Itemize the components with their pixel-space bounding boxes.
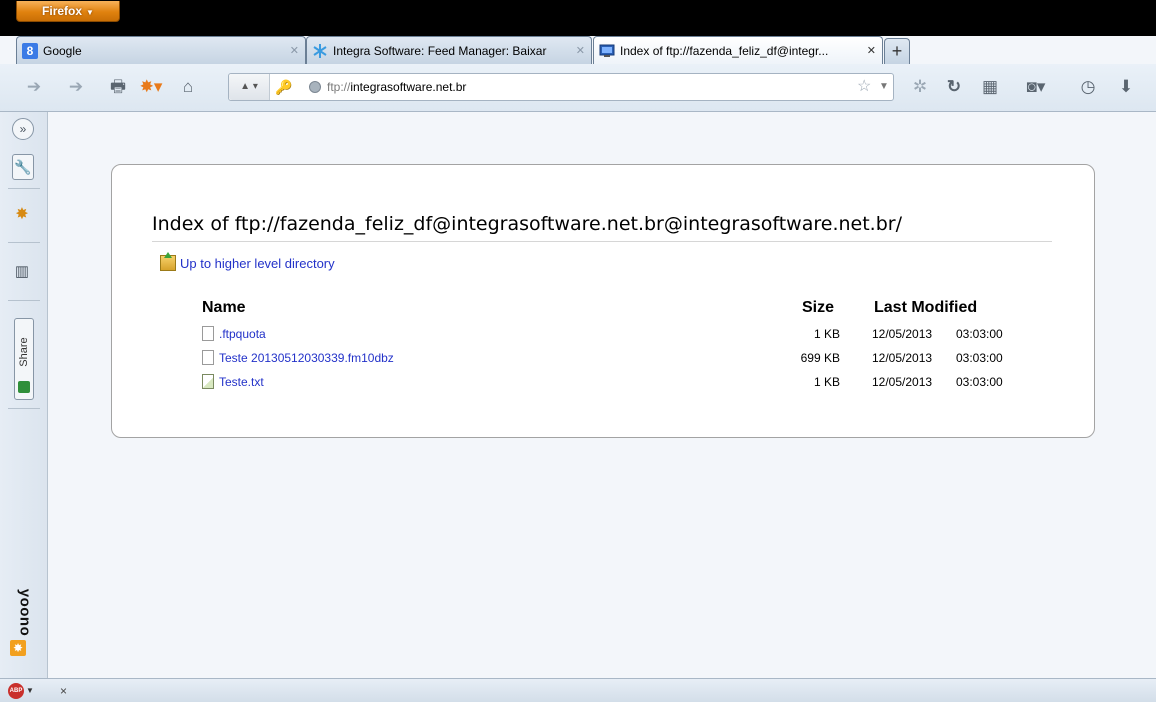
- file-name: Teste 20130512030339.fm10dbz: [219, 351, 394, 365]
- key-icon[interactable]: 🔑: [275, 74, 292, 100]
- file-size: 1 KB: [813, 327, 840, 341]
- expand-sidebar-icon[interactable]: »: [12, 118, 34, 140]
- file-link[interactable]: .ftpquota: [202, 325, 266, 343]
- url-bar[interactable]: ▲ ▾ 🔑 ftp://integrasoftware.net.br ☆ ▼: [228, 73, 894, 101]
- url-host: integrasoftware.net.br: [350, 80, 467, 94]
- yoono-logo-text: yoono: [6, 588, 42, 637]
- sidebar-divider: [8, 300, 40, 301]
- wrench-icon[interactable]: 🔧: [12, 154, 34, 180]
- new-tab-button[interactable]: +: [884, 38, 910, 64]
- navigation-toolbar: ➔ ➔ 🖶 ✸▾ ⌂ ▲ ▾ 🔑 ftp://integrasoftware.n…: [0, 64, 1156, 112]
- bookmarks-menu-icon[interactable]: ◙▾: [1018, 74, 1054, 100]
- file-time: 03:03:00: [956, 375, 1003, 389]
- close-icon[interactable]: ×: [60, 682, 67, 700]
- yoono-logo-icon[interactable]: ✸: [10, 640, 26, 656]
- sidebar-divider: [8, 242, 40, 243]
- column-header-modified: Last Modified: [874, 299, 978, 316]
- page-title: Index of ftp://fazenda_feliz_df@integras…: [152, 213, 1052, 242]
- file-date: 12/05/2013: [872, 351, 933, 365]
- google-favicon-icon: 8: [22, 43, 38, 59]
- reload-icon[interactable]: ↻: [942, 74, 966, 100]
- url-text[interactable]: ftp://integrasoftware.net.br: [327, 74, 466, 100]
- tab-label: Integra Software: Feed Manager: Baixar: [333, 44, 547, 58]
- file-date: 12/05/2013: [872, 327, 933, 341]
- share-button[interactable]: Share: [14, 318, 34, 400]
- bookmark-star-icon[interactable]: ☆: [857, 74, 871, 100]
- up-folder-icon: [160, 252, 176, 271]
- text-file-icon: [202, 374, 214, 389]
- share-label: Share: [18, 337, 30, 367]
- title-bar: Firefox ▼: [0, 0, 1156, 36]
- yoono-label: yoono: [16, 588, 34, 637]
- firefox-menu-label: Firefox: [42, 4, 83, 18]
- table-row: Teste 20130512030339.fm10dbz 699 KB 12/0…: [112, 349, 1092, 371]
- download-arrow-icon[interactable]: ⬇: [1114, 74, 1138, 100]
- file-icon: [202, 326, 214, 341]
- file-icon: [202, 350, 214, 365]
- sidebar-divider: [8, 188, 40, 189]
- tab-label: Google: [43, 44, 82, 58]
- yoono-star-icon[interactable]: ✸: [8, 204, 36, 224]
- tab-integra-feed-manager[interactable]: Integra Software: Feed Manager: Baixar ✕: [306, 36, 592, 64]
- forward-arrow-icon[interactable]: ➔: [64, 74, 88, 100]
- print-icon[interactable]: 🖶: [106, 74, 130, 100]
- file-time: 03:03:00: [956, 351, 1003, 365]
- yoono-sidebar: » 🔧 ✸ ▥ Share yoono ✸: [0, 112, 48, 678]
- file-link[interactable]: Teste 20130512030339.fm10dbz: [202, 349, 394, 367]
- globe-icon: [309, 81, 321, 93]
- speed-dial-icon[interactable]: ▦: [978, 74, 1002, 100]
- loading-spinner-icon: ✲: [912, 77, 928, 96]
- file-link[interactable]: Teste.txt: [202, 373, 264, 391]
- adblock-icon[interactable]: ABP: [8, 683, 24, 699]
- file-size: 1 KB: [813, 375, 840, 389]
- close-tab-icon[interactable]: ✕: [576, 37, 585, 64]
- chevron-down-icon[interactable]: ▼: [26, 683, 34, 699]
- tab-label: Index of ftp://fazenda_feliz_df@integr..…: [620, 44, 829, 58]
- file-time: 03:03:00: [956, 327, 1003, 341]
- file-name: Teste.txt: [219, 375, 264, 389]
- snowflake-icon: [313, 44, 327, 58]
- chevron-down-icon: ▼: [86, 8, 94, 17]
- status-bar: ABP ▼ ×: [0, 678, 1156, 702]
- url-prefix: ftp://: [327, 80, 351, 94]
- up-directory-label: Up to higher level directory: [180, 256, 335, 271]
- tab-google[interactable]: 8 Google ✕: [16, 36, 306, 64]
- up-directory-link[interactable]: Up to higher level directory: [160, 252, 335, 271]
- share-icon: [18, 381, 30, 393]
- file-name: .ftpquota: [219, 327, 266, 341]
- home-icon[interactable]: ⌂: [176, 74, 200, 100]
- history-clock-icon[interactable]: ◷: [1076, 74, 1100, 100]
- page-content: Index of ftp://fazenda_feliz_df@integras…: [48, 112, 1156, 678]
- columns-icon[interactable]: ▥: [8, 262, 36, 280]
- close-tab-icon[interactable]: ✕: [290, 37, 299, 64]
- table-row: .ftpquota 1 KB 12/05/2013 03:03:00: [112, 325, 1092, 347]
- table-row: Teste.txt 1 KB 12/05/2013 03:03:00: [112, 373, 1092, 395]
- url-dropdown-icon[interactable]: ▼: [879, 74, 889, 100]
- column-header-name: Name: [202, 299, 246, 316]
- back-arrow-icon[interactable]: ➔: [22, 74, 46, 100]
- file-date: 12/05/2013: [872, 375, 933, 389]
- close-tab-icon[interactable]: ✕: [867, 37, 876, 65]
- column-header-size: Size: [802, 299, 835, 316]
- monitor-icon: [599, 44, 615, 57]
- yoono-toolbar-icon[interactable]: ✸▾: [136, 74, 166, 100]
- sidebar-divider: [8, 408, 40, 409]
- file-size: 699 KB: [800, 351, 840, 365]
- identity-dropdown[interactable]: ▲ ▾: [229, 74, 270, 100]
- tab-ftp-index[interactable]: Index of ftp://fazenda_feliz_df@integr..…: [593, 36, 883, 65]
- directory-listing-panel: Index of ftp://fazenda_feliz_df@integras…: [111, 164, 1095, 438]
- firefox-menu-button[interactable]: Firefox ▼: [16, 1, 120, 22]
